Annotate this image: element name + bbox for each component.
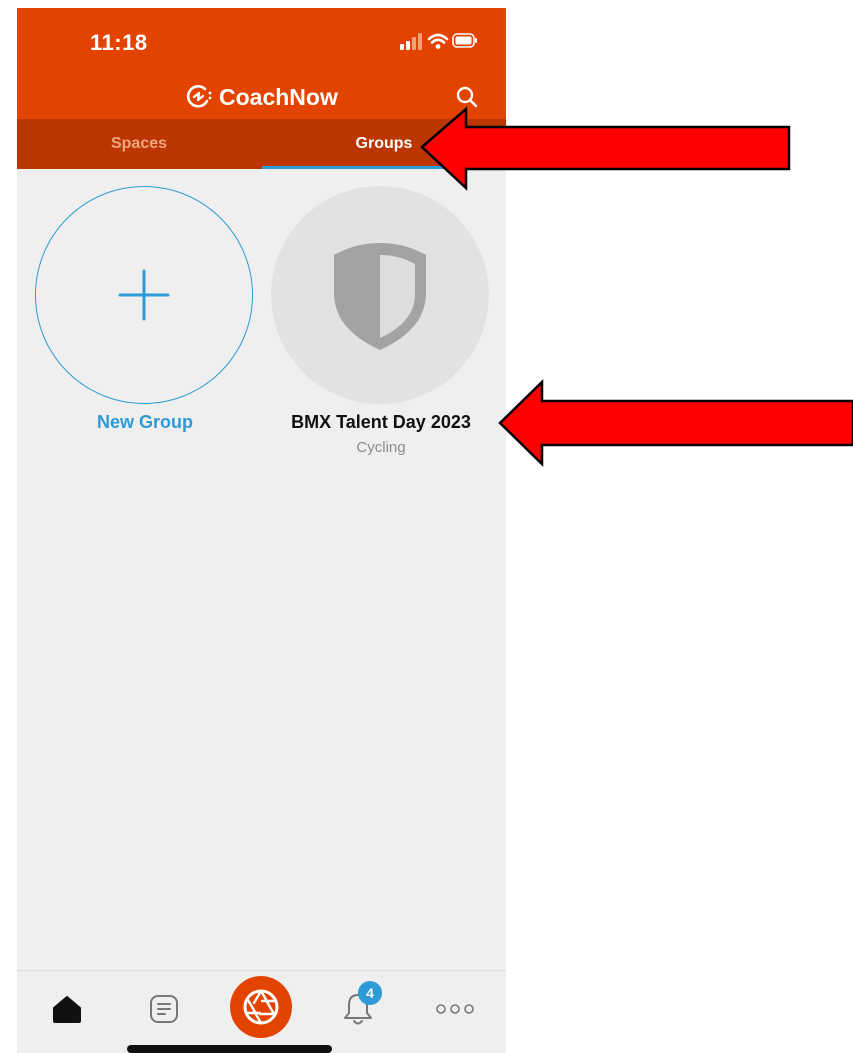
plus-icon	[118, 269, 170, 321]
group-title[interactable]: BMX Talent Day 2023	[271, 412, 491, 433]
coachnow-logo-icon	[186, 85, 212, 108]
nav-feed[interactable]	[144, 989, 184, 1029]
group-subtitle: Cycling	[356, 439, 406, 456]
nav-more[interactable]	[435, 989, 475, 1029]
group-avatar[interactable]	[271, 186, 489, 404]
page: 11:18 CoachNow Spaces Groups New Group B…	[0, 0, 853, 1053]
brand: CoachNow	[185, 82, 338, 112]
phone-screen: 11:18 CoachNow Spaces Groups New Group B…	[17, 8, 506, 1053]
tab-spaces[interactable]: Spaces	[17, 119, 261, 169]
tab-bar: Spaces Groups	[17, 119, 506, 169]
red-circle-fragment	[590, 0, 700, 20]
app-header: CoachNow	[17, 78, 506, 119]
notification-badge: 4	[358, 981, 382, 1005]
new-group-label[interactable]: New Group	[35, 412, 255, 433]
home-icon	[53, 996, 81, 1023]
status-time: 11:18	[90, 30, 148, 55]
active-tab-indicator	[262, 166, 506, 169]
new-group-card[interactable]: New Group	[35, 186, 255, 433]
nav-home[interactable]	[47, 989, 87, 1029]
camera-aperture-icon	[243, 989, 279, 1025]
bottom-nav: 4	[17, 970, 506, 1053]
tab-spaces-label: Spaces	[110, 135, 168, 152]
status-indicators-icon	[400, 33, 477, 50]
search-icon[interactable]	[454, 84, 480, 110]
arrow-pointing-group	[498, 379, 853, 467]
tab-groups-label: Groups	[355, 135, 413, 152]
tab-groups[interactable]: Groups	[262, 119, 506, 169]
status-bar: 11:18	[17, 8, 506, 78]
brand-name: CoachNow	[219, 83, 338, 110]
group-card[interactable]: BMX Talent Day 2023 Cycling	[271, 186, 491, 456]
more-dots-icon	[436, 1004, 474, 1014]
document-icon	[150, 995, 178, 1023]
home-indicator	[127, 1045, 332, 1053]
nav-camera[interactable]	[230, 976, 292, 1038]
shield-icon	[334, 243, 426, 350]
nav-notifications[interactable]: 4	[338, 981, 382, 1029]
new-group-circle[interactable]	[35, 186, 253, 404]
